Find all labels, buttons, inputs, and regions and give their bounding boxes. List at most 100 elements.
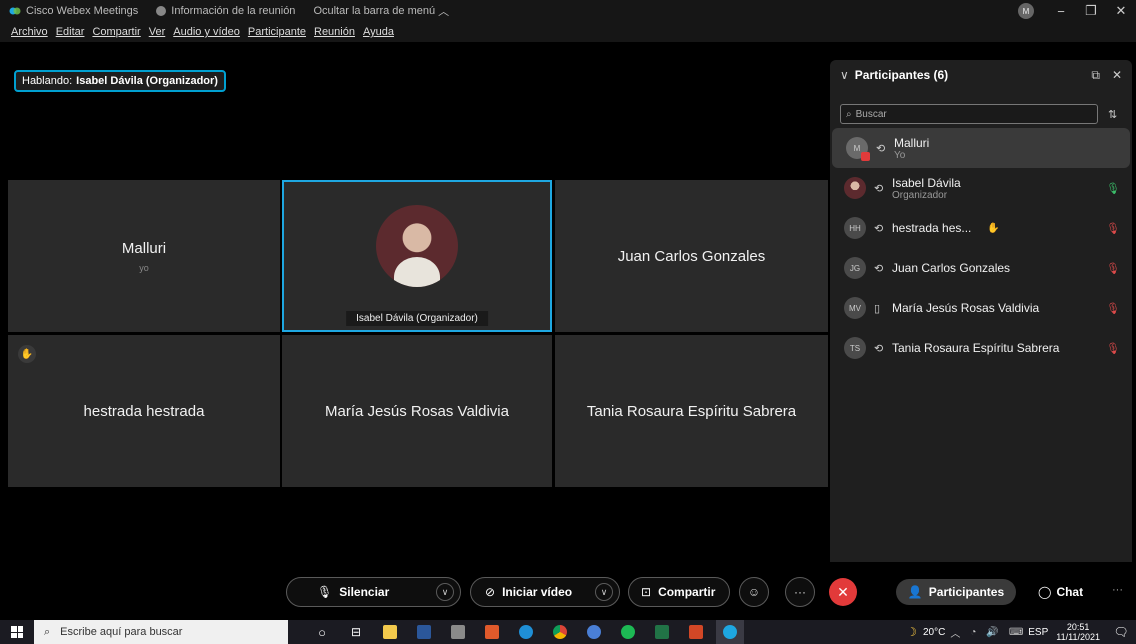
more-options-button[interactable]: ··· [785,577,815,607]
video-tile-isabel[interactable]: Isabel Dávila (Organizador) [282,180,552,332]
weather-temp: 20°C [922,626,946,638]
mic-muted-icon[interactable]: 🎙 [1106,222,1120,235]
video-tile-malluri[interactable]: Malluri yo [8,180,280,332]
app-icon[interactable] [444,620,472,644]
menu-editar[interactable]: Editar [56,26,85,38]
keyboard-icon[interactable]: ⌨ [1009,627,1023,638]
participant-row[interactable]: TS ⟲ Tania Rosaura Espíritu Sabrera 🎙 [830,328,1132,368]
avatar-initials: M [853,143,861,153]
participant-photo [376,205,458,287]
tile-name: María Jesús Rosas Valdivia [325,402,509,420]
window-controls: M − ❐ ✕ [1018,0,1136,22]
menu-ver[interactable]: Ver [149,26,166,38]
participant-avatar: TS [844,337,866,359]
tile-name: hestrada hestrada [83,402,205,420]
mute-options-chevron-icon[interactable]: ∨ [436,583,454,601]
participant-row[interactable]: MV ▯ María Jesús Rosas Valdivia 🎙 [830,288,1132,328]
participant-search-input[interactable]: ⌕ Buscar [840,104,1098,124]
participant-row[interactable]: HH ⟲ hestrada hes... ✋ 🎙 [830,208,1132,248]
title-bar: Cisco Webex Meetings Información de la r… [0,0,1136,22]
taskbar-apps: ○ ⊟ [308,620,750,644]
share-button[interactable]: ⊡ Compartir [628,577,730,607]
participants-button[interactable]: 👤 Participantes [896,579,1016,605]
start-video-button[interactable]: ⊘ Iniciar vídeo ∨ [470,577,620,607]
spotify-icon[interactable] [614,620,642,644]
chat-button[interactable]: ◯ Chat [1038,579,1083,605]
file-explorer-icon[interactable] [376,620,404,644]
taskbar-search-input[interactable]: ⌕ Escribe aquí para buscar [34,620,288,644]
network-icon[interactable]: ◔ [970,627,976,638]
clock-time: 20:51 [1066,622,1090,632]
participant-role: Yo [894,149,906,161]
chevron-up-icon[interactable]: ︿ [950,625,960,640]
share-icon: ⊡ [641,585,652,599]
close-icon[interactable]: ✕ [1106,3,1136,19]
menu-compartir[interactable]: Compartir [92,26,140,38]
microphone-icon: 🎙 [317,585,333,599]
start-button[interactable] [0,620,34,644]
participants-label: Participantes [928,585,1005,599]
participants-panel: ∨ Participantes (6) ⧉ ✕ ⌕ Buscar ⇅ M ⟲ M… [830,60,1132,563]
participant-name: María Jesús Rosas Valdivia [892,301,1040,315]
sort-icon[interactable]: ⇅ [1108,108,1117,121]
windows-taskbar: ⌕ Escribe aquí para buscar ○ ⊟ ☽ 20°C ︿ … [0,620,1136,644]
video-tile-juan-carlos[interactable]: Juan Carlos Gonzales [555,180,828,332]
overflow-icon[interactable]: ··· [1112,584,1123,596]
video-tile-hestrada[interactable]: ✋ hestrada hestrada [8,335,280,487]
audio-connection-icon: ⟲ [874,182,884,195]
clock-date: 11/11/2021 [1056,632,1100,642]
menu-bar: Archivo Editar Compartir Ver Audio y víd… [0,22,1136,42]
mic-muted-icon[interactable]: 🎙 [1106,302,1120,315]
end-meeting-button[interactable]: ✕ [829,578,857,606]
search-icon: ⌕ [44,625,51,638]
menu-participante[interactable]: Participante [248,26,306,38]
minimize-icon[interactable]: − [1046,4,1076,19]
volume-icon[interactable]: 🔊 [986,627,998,638]
video-options-chevron-icon[interactable]: ∨ [595,583,613,601]
edge-icon[interactable] [512,620,540,644]
language-indicator[interactable]: ESP [1028,627,1048,638]
powerpoint-icon[interactable] [682,620,710,644]
app-icon[interactable] [478,620,506,644]
menu-reunion[interactable]: Reunión [314,26,355,38]
webex-taskbar-icon[interactable] [716,620,744,644]
panel-header: ∨ Participantes (6) ⧉ ✕ [830,60,1132,90]
menu-ayuda[interactable]: Ayuda [363,26,394,38]
participant-name: Isabel Dávila [892,175,961,190]
chat-bubble-icon: ◯ [1038,585,1052,599]
app-icon[interactable] [580,620,608,644]
task-view-icon[interactable]: ⊟ [342,620,370,644]
chrome-icon[interactable] [546,620,574,644]
video-tile-tania[interactable]: Tania Rosaura Espíritu Sabrera [555,335,828,487]
restore-icon[interactable]: ❐ [1076,3,1106,19]
mic-muted-icon[interactable]: 🎙 [1106,342,1120,355]
cortana-icon[interactable]: ○ [308,620,336,644]
menu-archivo[interactable]: Archivo [11,26,48,38]
participant-row[interactable]: JG ⟲ Juan Carlos Gonzales 🎙 [830,248,1132,288]
chat-label: Chat [1056,585,1084,599]
excel-icon[interactable] [648,620,676,644]
audio-connection-icon: ⟲ [876,142,886,155]
mic-muted-icon[interactable]: 🎙 [1106,262,1120,275]
close-panel-icon[interactable]: ✕ [1112,68,1122,83]
meeting-info-button[interactable]: Información de la reunión [156,5,295,17]
user-avatar[interactable]: M [1018,3,1034,19]
menu-audio-video[interactable]: Audio y vídeo [173,26,240,38]
notifications-icon[interactable]: 🗨 [1110,625,1132,639]
participant-row[interactable]: ⟲ Isabel Dávila Organizador 🎙 [830,168,1132,208]
clock[interactable]: 20:51 11/11/2021 [1056,622,1100,642]
audio-connection-icon: ⟲ [874,262,884,275]
collapse-chevron-icon[interactable]: ∨ [840,68,849,82]
participant-name: hestrada hes... [892,221,972,235]
mute-button[interactable]: 🎙 Silenciar ∨ [286,577,461,607]
audio-connection-icon: ⟲ [874,222,884,235]
ellipsis-icon: ··· [794,585,806,599]
word-icon[interactable] [410,620,438,644]
hide-menu-button[interactable]: Ocultar la barra de menú ︿ [313,3,449,19]
video-tile-maria-jesus[interactable]: María Jesús Rosas Valdivia [282,335,552,487]
reactions-button[interactable]: ☺ [739,577,769,607]
popout-icon[interactable]: ⧉ [1091,68,1100,83]
system-tray: ☽ 20°C ︿ ◔ 🔊 ⌨ ESP 20:51 11/11/2021 🗨 [906,620,1136,644]
chevron-up-icon: ︿ [438,6,450,18]
participant-row[interactable]: M ⟲ Malluri Yo [832,128,1130,168]
